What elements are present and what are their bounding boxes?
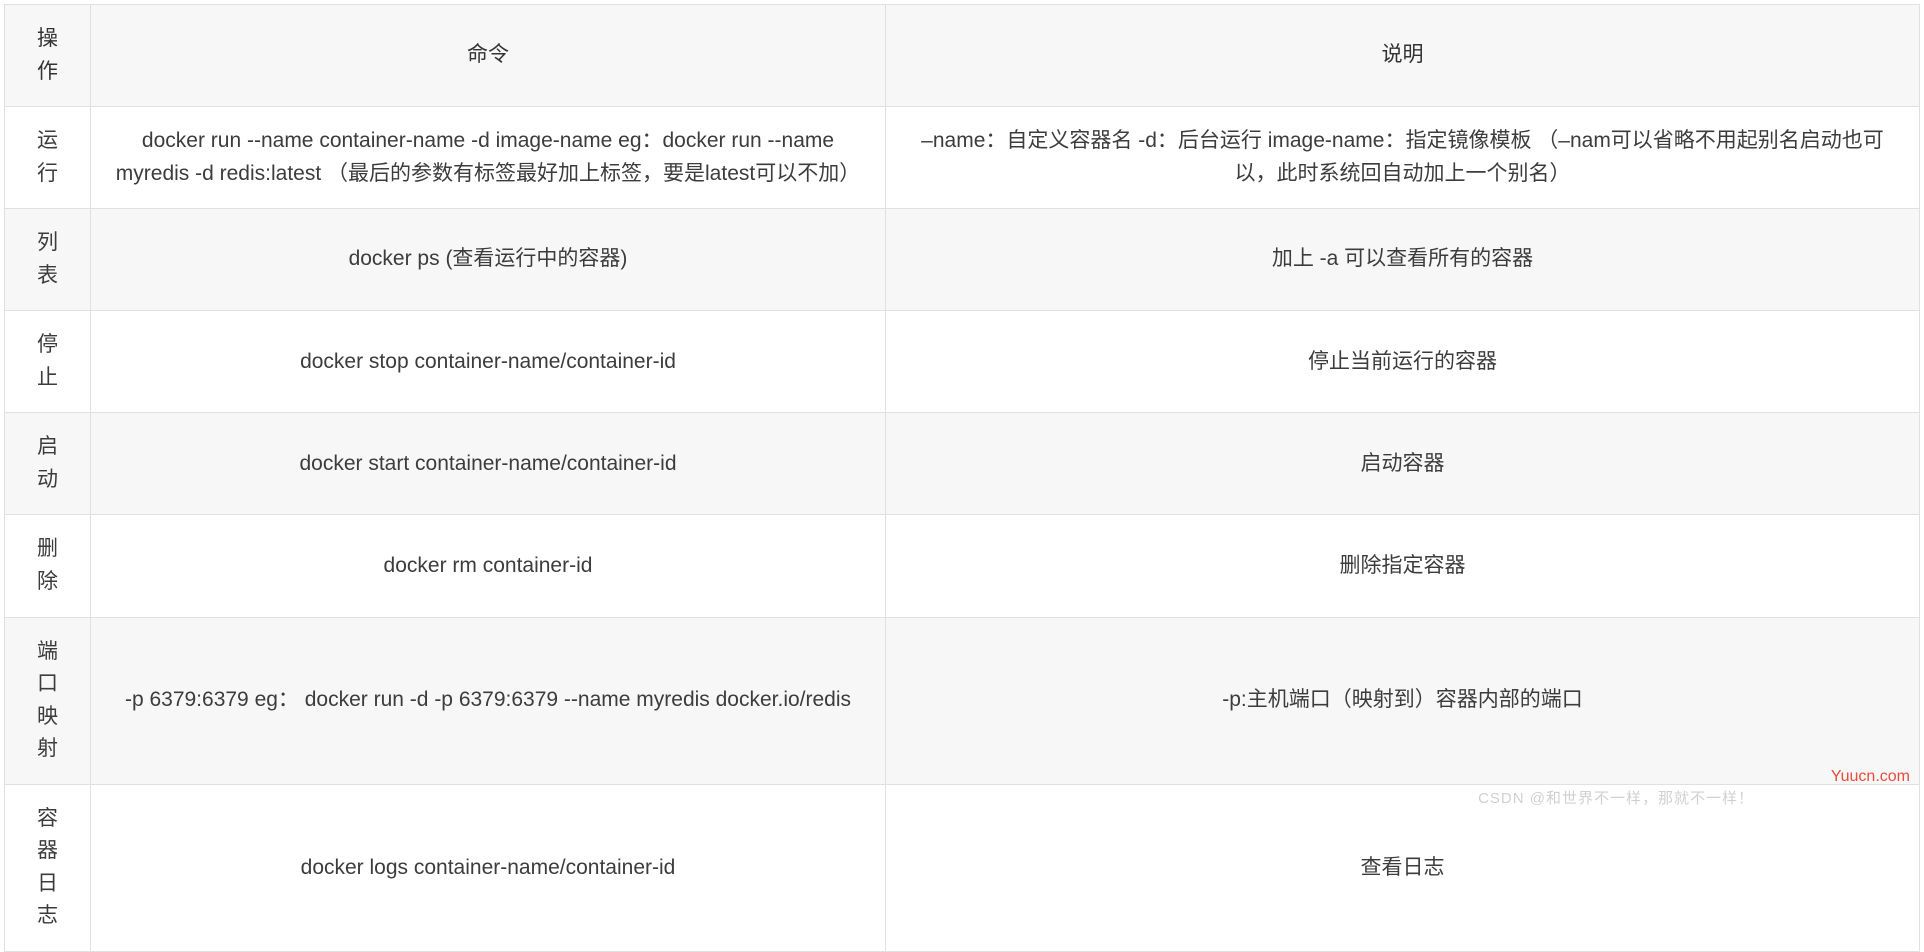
cell-command: -p 6379:6379 eg： docker run -d -p 6379:6… [91, 617, 886, 784]
cell-operation: 启动 [5, 413, 91, 515]
cell-description: 加上 -a 可以查看所有的容器 [886, 209, 1920, 311]
table-row: 停止 docker stop container-name/container-… [5, 311, 1920, 413]
watermark-csdn: CSDN @和世界不一样，那就不一样！ [1478, 787, 1754, 808]
docker-commands-table: 操作 命令 说明 运行 docker run --name container-… [4, 4, 1920, 952]
cell-operation: 删除 [5, 515, 91, 617]
cell-description: –name：自定义容器名 -d：后台运行 image-name：指定镜像模板 （… [886, 107, 1920, 209]
table-row: 运行 docker run --name container-name -d i… [5, 107, 1920, 209]
cell-command: docker rm container-id [91, 515, 886, 617]
cell-command: docker start container-name/container-id [91, 413, 886, 515]
table-row: 启动 docker start container-name/container… [5, 413, 1920, 515]
cell-command: docker run --name container-name -d imag… [91, 107, 886, 209]
cell-description: 查看日志 [886, 784, 1920, 951]
watermark-yuucn: Yuucn.com [1831, 768, 1910, 786]
cell-command: docker stop container-name/container-id [91, 311, 886, 413]
header-description: 说明 [886, 5, 1920, 107]
table-row: 容器日志 docker logs container-name/containe… [5, 784, 1920, 951]
table-header-row: 操作 命令 说明 [5, 5, 1920, 107]
header-operation: 操作 [5, 5, 91, 107]
header-command: 命令 [91, 5, 886, 107]
cell-operation: 端口映射 [5, 617, 91, 784]
cell-description: -p:主机端口（映射到）容器内部的端口 [886, 617, 1920, 784]
cell-command: docker ps (查看运行中的容器) [91, 209, 886, 311]
table-row: 删除 docker rm container-id 删除指定容器 [5, 515, 1920, 617]
cell-description: 启动容器 [886, 413, 1920, 515]
cell-command: docker logs container-name/container-id [91, 784, 886, 951]
table-row: 列表 docker ps (查看运行中的容器) 加上 -a 可以查看所有的容器 [5, 209, 1920, 311]
cell-description: 停止当前运行的容器 [886, 311, 1920, 413]
cell-description: 删除指定容器 [886, 515, 1920, 617]
cell-operation: 容器日志 [5, 784, 91, 951]
cell-operation: 运行 [5, 107, 91, 209]
table-row: 端口映射 -p 6379:6379 eg： docker run -d -p 6… [5, 617, 1920, 784]
cell-operation: 列表 [5, 209, 91, 311]
cell-operation: 停止 [5, 311, 91, 413]
